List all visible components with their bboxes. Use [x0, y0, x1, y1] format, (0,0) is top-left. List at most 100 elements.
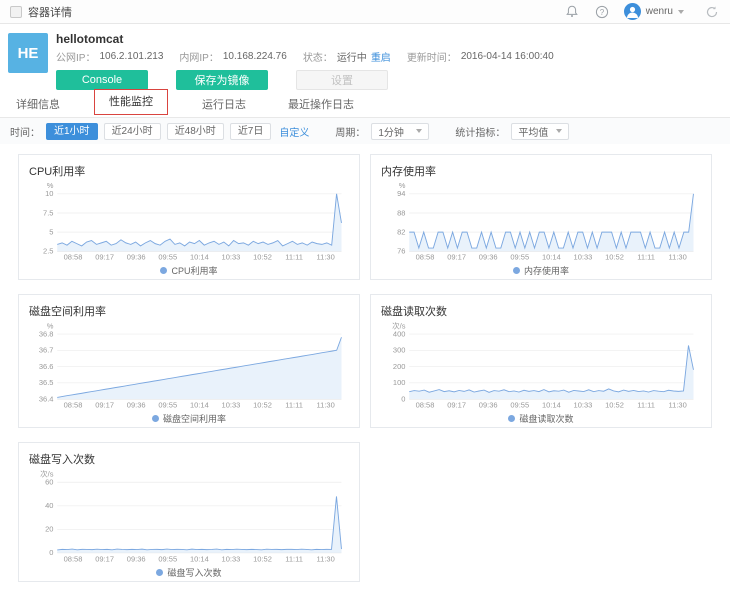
restart-link[interactable]: 重启 — [371, 49, 391, 64]
metric-value: 平均值 — [518, 124, 548, 139]
chart-title: 磁盘空间利用率 — [29, 303, 349, 317]
refresh-icon[interactable] — [704, 4, 720, 20]
chart-plot: 0204060次/s08:5809:1709:3609:5510:1410:33… — [29, 467, 349, 565]
user-menu[interactable]: wenru — [624, 3, 684, 20]
svg-text:09:17: 09:17 — [447, 400, 466, 409]
tab-performance-monitor[interactable]: 性能监控 — [94, 89, 168, 115]
svg-text:10:14: 10:14 — [542, 400, 561, 409]
time-label: 时间： — [10, 124, 40, 139]
svg-text:09:36: 09:36 — [127, 400, 146, 409]
svg-text:11:30: 11:30 — [669, 400, 687, 409]
chart-legend[interactable]: 磁盘空间利用率 — [29, 411, 349, 425]
range-48h[interactable]: 近48小时 — [167, 123, 224, 140]
help-icon[interactable]: ? — [594, 4, 610, 20]
svg-text:10:33: 10:33 — [574, 253, 593, 262]
svg-text:11:11: 11:11 — [637, 253, 655, 262]
filter-bar: 时间： 近1小时 近24小时 近48小时 近7日 自定义 周期： 1分钟 统计指… — [0, 118, 730, 144]
svg-text:36.6: 36.6 — [39, 362, 54, 371]
svg-text:09:17: 09:17 — [95, 400, 114, 409]
svg-text:09:55: 09:55 — [158, 253, 177, 262]
updated-time: 2016-04-14 16:00:40 — [461, 51, 554, 62]
svg-text:09:17: 09:17 — [95, 253, 114, 262]
range-1h[interactable]: 近1小时 — [46, 123, 98, 140]
chart-legend[interactable]: 磁盘写入次数 — [29, 565, 349, 579]
topbar: 容器详情 ? wenru — [0, 0, 730, 24]
svg-text:08:58: 08:58 — [64, 554, 83, 563]
chart-legend[interactable]: CPU利用率 — [29, 263, 349, 277]
chart-plot: 76828894%08:5809:1709:3609:5510:1410:331… — [381, 179, 701, 263]
chart-card-disk-write-count: 磁盘写入次数0204060次/s08:5809:1709:3609:5510:1… — [18, 442, 360, 582]
notification-bell-icon[interactable] — [564, 4, 580, 20]
tab-run-logs[interactable]: 运行日志 — [194, 93, 254, 117]
svg-text:10:33: 10:33 — [222, 400, 241, 409]
svg-text:08:58: 08:58 — [64, 400, 83, 409]
public-ip: 106.2.101.213 — [99, 51, 163, 62]
updated-label: 更新时间： — [407, 49, 457, 64]
svg-text:10:14: 10:14 — [542, 253, 561, 262]
legend-label: 磁盘读取次数 — [519, 412, 573, 425]
custom-range-link[interactable]: 自定义 — [279, 124, 309, 139]
svg-text:10:52: 10:52 — [253, 253, 272, 262]
svg-text:300: 300 — [393, 346, 406, 355]
settings-button[interactable]: 设置 — [296, 70, 388, 90]
console-button[interactable]: Console — [56, 70, 148, 90]
svg-text:0: 0 — [49, 548, 53, 557]
svg-text:100: 100 — [393, 378, 406, 387]
svg-text:11:11: 11:11 — [285, 554, 303, 563]
chart-title: 磁盘读取次数 — [381, 303, 701, 317]
svg-text:10:14: 10:14 — [190, 554, 209, 563]
tab-recent-operation-logs[interactable]: 最近操作日志 — [280, 93, 362, 117]
chart-legend[interactable]: 内存使用率 — [381, 263, 701, 277]
svg-text:0: 0 — [401, 394, 405, 403]
private-ip: 10.168.224.76 — [223, 51, 287, 62]
svg-text:76: 76 — [397, 247, 405, 256]
svg-text:11:30: 11:30 — [317, 554, 335, 563]
chart-legend[interactable]: 磁盘读取次数 — [381, 411, 701, 425]
chart-plot: 0100200300400次/s08:5809:1709:3609:5510:1… — [381, 319, 701, 411]
svg-text:10:33: 10:33 — [574, 400, 593, 409]
chevron-down-icon — [556, 129, 562, 133]
svg-text:2.5: 2.5 — [43, 247, 53, 256]
svg-text:10:14: 10:14 — [190, 400, 209, 409]
period-value: 1分钟 — [378, 124, 404, 139]
svg-text:09:17: 09:17 — [447, 253, 466, 262]
svg-text:%: % — [399, 181, 406, 190]
svg-text:60: 60 — [45, 478, 53, 487]
svg-text:10:52: 10:52 — [605, 400, 624, 409]
legend-dot-icon — [156, 569, 163, 576]
svg-text:11:11: 11:11 — [285, 400, 303, 409]
legend-label: CPU利用率 — [171, 264, 217, 277]
svg-text:36.4: 36.4 — [39, 394, 54, 403]
private-ip-label: 内网IP： — [179, 49, 218, 64]
chart-card-disk-space-usage: 磁盘空间利用率36.436.536.636.736.8%08:5809:1709… — [18, 294, 360, 428]
instance-info: 公网IP：106.2.101.213 内网IP：10.168.224.76 状态… — [56, 49, 720, 64]
svg-text:08:58: 08:58 — [416, 253, 435, 262]
svg-text:40: 40 — [45, 501, 53, 510]
svg-text:20: 20 — [45, 525, 53, 534]
chart-plot: 36.436.536.636.736.8%08:5809:1709:3609:5… — [29, 319, 349, 411]
status-value: 运行中 — [337, 49, 367, 64]
instance-header: HE hellotomcat 公网IP：106.2.101.213 内网IP：1… — [0, 24, 730, 90]
svg-text:11:11: 11:11 — [285, 253, 303, 262]
svg-text:5: 5 — [49, 227, 53, 236]
range-24h[interactable]: 近24小时 — [104, 123, 161, 140]
legend-label: 磁盘空间利用率 — [163, 412, 226, 425]
svg-text:09:55: 09:55 — [158, 554, 177, 563]
svg-text:36.8: 36.8 — [39, 329, 54, 338]
svg-text:400: 400 — [393, 329, 406, 338]
chevron-down-icon — [678, 10, 684, 14]
page-title: 容器详情 — [28, 4, 72, 20]
chevron-down-icon — [416, 129, 422, 133]
period-select[interactable]: 1分钟 — [371, 123, 429, 140]
metric-select[interactable]: 平均值 — [511, 123, 569, 140]
svg-text:200: 200 — [393, 362, 406, 371]
legend-dot-icon — [152, 415, 159, 422]
metric-label: 统计指标： — [455, 124, 505, 139]
chart-title: 内存使用率 — [381, 163, 701, 177]
save-image-button[interactable]: 保存为镜像 — [176, 70, 268, 90]
tab-details[interactable]: 详细信息 — [8, 93, 68, 117]
svg-text:10:33: 10:33 — [222, 253, 241, 262]
svg-text:09:36: 09:36 — [479, 400, 498, 409]
range-7d[interactable]: 近7日 — [230, 123, 272, 140]
chart-card-cpu-usage: CPU利用率2.557.510%08:5809:1709:3609:5510:1… — [18, 154, 360, 280]
